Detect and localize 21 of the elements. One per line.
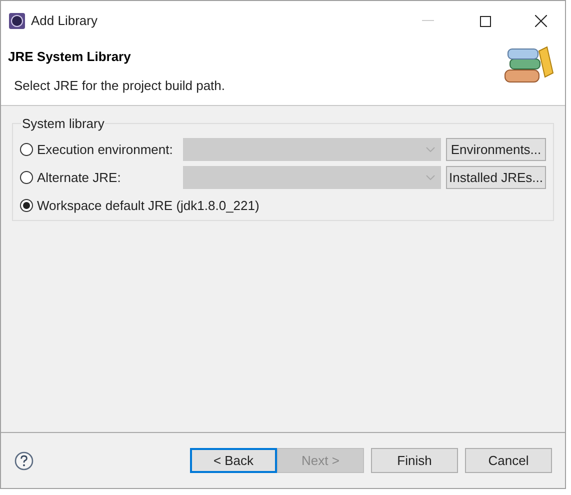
close-icon[interactable] (535, 15, 547, 27)
chevron-icon (426, 175, 435, 180)
radio-button[interactable] (20, 199, 33, 212)
books-icon (503, 45, 555, 85)
dialog-button[interactable]: Installed JREs... (446, 166, 546, 189)
radio-label[interactable]: Alternate JRE: (37, 168, 183, 188)
maximize-icon[interactable] (480, 16, 491, 26)
dialog-button[interactable]: Cancel (465, 448, 552, 473)
radio-label[interactable]: Execution environment: (37, 140, 183, 160)
radio-button[interactable] (20, 143, 33, 156)
help-icon[interactable] (14, 450, 34, 470)
page-description: Select JRE for the project build path. (14, 76, 226, 95)
window-title: Add Library (31, 12, 98, 30)
dialog-button[interactable]: Environments... (446, 138, 546, 161)
radio-button[interactable] (20, 171, 33, 184)
dialog-button[interactable]: < Back (190, 448, 277, 473)
page-title: JRE System Library (8, 48, 132, 66)
chevron-icon (426, 147, 435, 152)
radio-label[interactable]: Workspace default JRE (jdk1.8.0_221) (37, 196, 260, 216)
dialog-button[interactable]: Finish (371, 448, 458, 473)
app-icon (9, 13, 25, 29)
